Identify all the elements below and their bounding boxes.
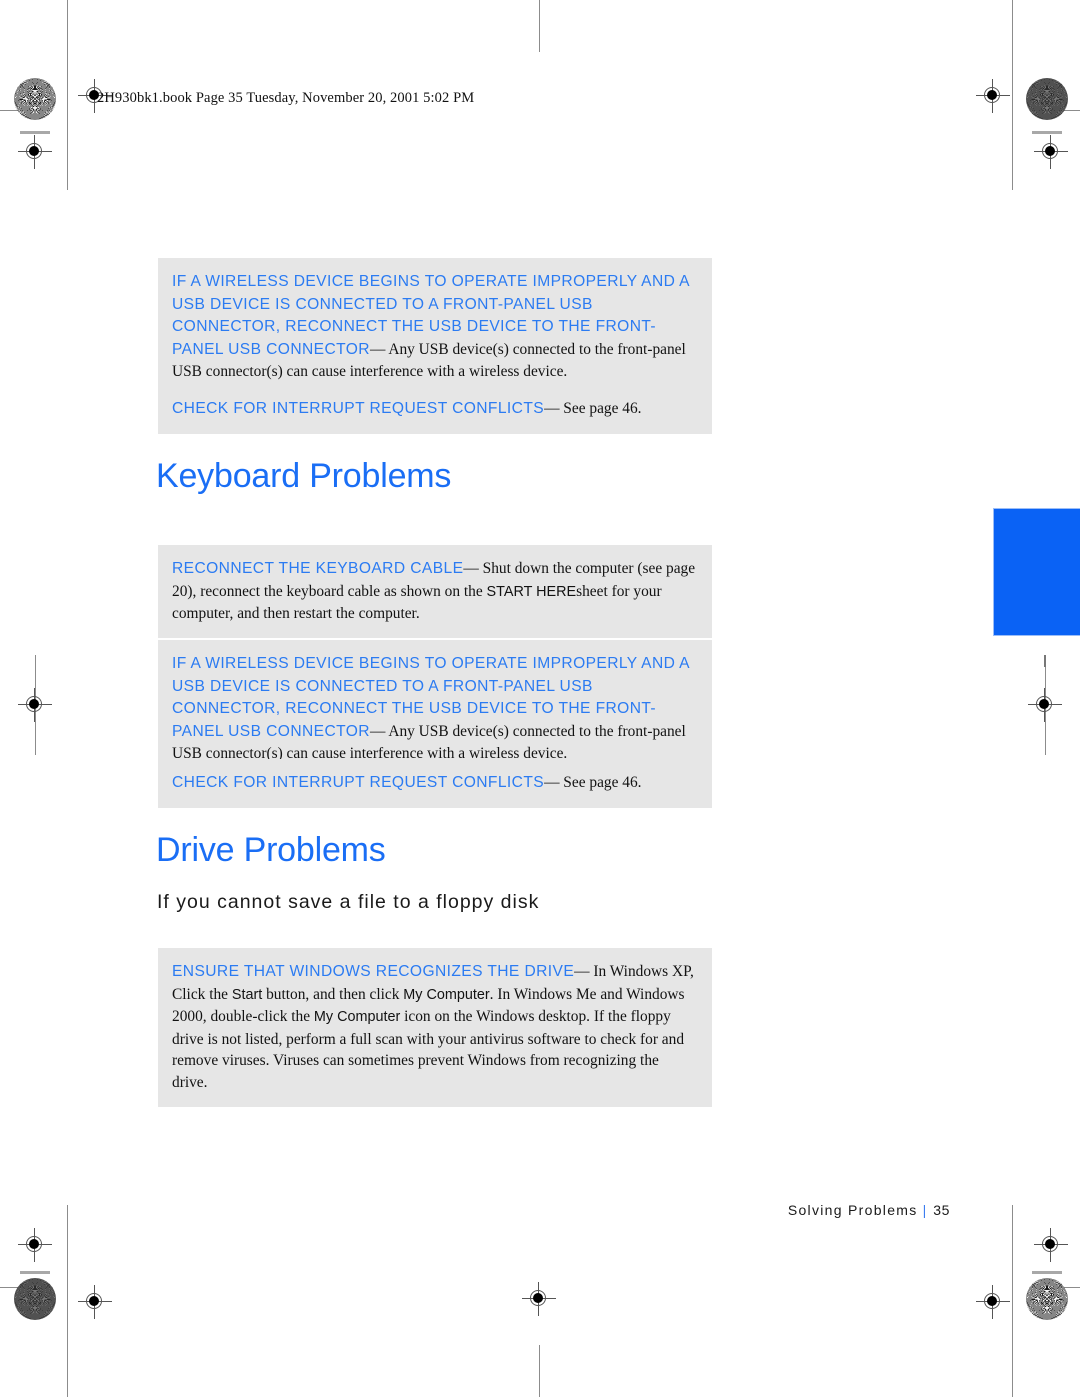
tip-paragraph: If a wireless device begins to operate i… (172, 653, 696, 765)
tip-body-text: See page 46. (559, 400, 642, 417)
tip-box-irq-conflicts-top: Check for interrupt request conflicts— S… (158, 385, 712, 434)
tip-dash: — (544, 774, 560, 791)
tip-lead-in-text: Ensure that Windows recognizes the drive (172, 963, 575, 980)
tip-paragraph: Reconnect the keyboard cable— Shut down … (172, 558, 696, 625)
subheading-cannot-save-file-floppy: If you cannot save a file to a floppy di… (157, 891, 540, 913)
page-footer: Solving Problems | 35 (788, 1202, 950, 1218)
tip-dash: — (369, 722, 386, 740)
footer-separator: | (922, 1202, 927, 1218)
tip-dash: — (369, 340, 386, 358)
heading-drive-problems: Drive Problems (156, 831, 386, 869)
ui-term-start-here: START HERE (486, 583, 577, 600)
tip-box-ensure-windows-recognizes-drive: Ensure that Windows recognizes the drive… (158, 948, 712, 1107)
tip-paragraph: Ensure that Windows recognizes the drive… (172, 961, 696, 1094)
tip-box-reconnect-keyboard-cable: Reconnect the keyboard cable— Shut down … (158, 545, 712, 638)
tip-lead-in: Reconnect the keyboard cable (172, 560, 464, 577)
tip-body-text-2: button, and then click (262, 985, 404, 1003)
heading-keyboard-problems: Keyboard Problems (156, 457, 452, 495)
tip-dash: — (574, 963, 590, 980)
ui-term-my-computer-1: My Computer (403, 986, 490, 1003)
page-content: If a wireless device begins to operate i… (0, 0, 1080, 1397)
tip-dash: — (544, 400, 560, 417)
tip-lead-in: Check for interrupt request conflicts (172, 400, 545, 417)
ui-term-my-computer-2: My Computer (313, 1009, 401, 1026)
tip-lead-in-text: Reconnect the keyboard cable (172, 560, 464, 577)
tip-box-wireless-usb-keyboard: If a wireless device begins to operate i… (158, 640, 712, 778)
tip-paragraph: If a wireless device begins to operate i… (172, 271, 696, 383)
tip-lead-in-text: Check for interrupt request conflicts (172, 774, 545, 791)
tip-dash: — (463, 560, 479, 577)
tip-box-irq-conflicts-keyboard: Check for interrupt request conflicts— S… (158, 759, 712, 808)
tip-body-text: See page 46. (559, 774, 642, 791)
tip-lead-in-text: Check for interrupt request conflicts (172, 400, 545, 417)
footer-chapter-name: Solving Problems (787, 1202, 918, 1218)
tip-lead-in: Ensure that Windows recognizes the drive (172, 963, 575, 980)
tip-paragraph: Check for interrupt request conflicts— S… (172, 398, 696, 421)
tip-lead-in: Check for interrupt request conflicts (172, 774, 545, 791)
chapter-thumb-tab (993, 508, 1080, 636)
tip-paragraph: Check for interrupt request conflicts— S… (172, 772, 696, 795)
footer-page-number: 35 (933, 1202, 950, 1218)
ui-term-start-button: Start (231, 986, 263, 1003)
tip-box-wireless-usb-top: If a wireless device begins to operate i… (158, 258, 712, 396)
